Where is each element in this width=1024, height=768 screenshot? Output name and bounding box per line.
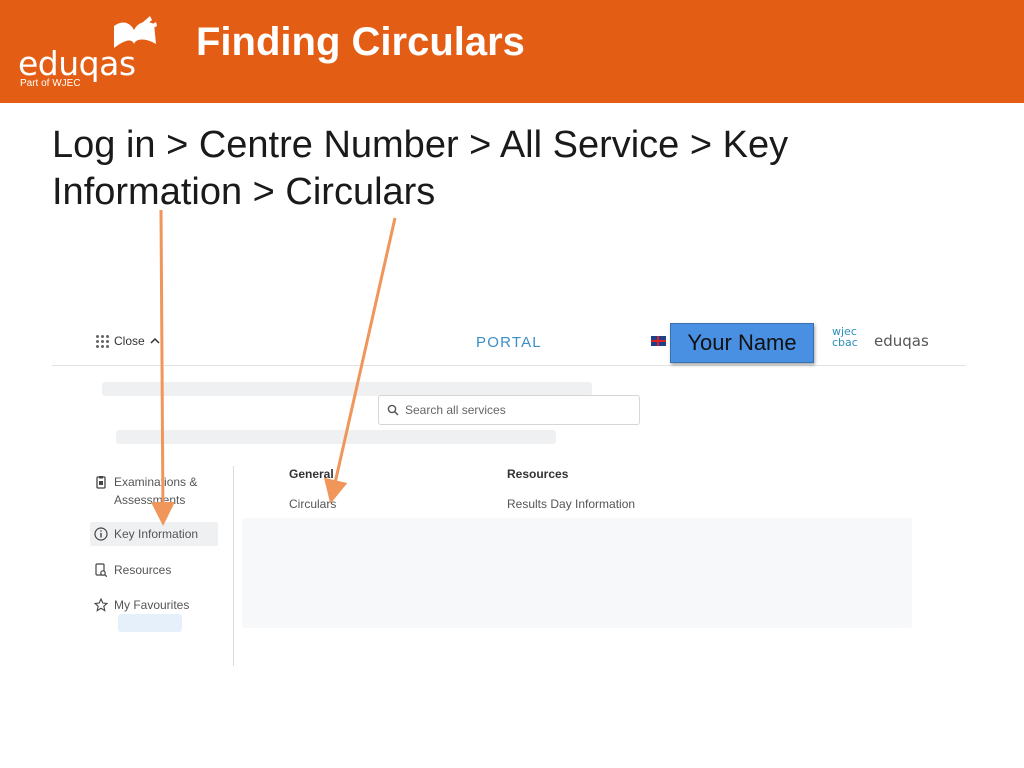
wjec-logo-line2: cbac <box>832 336 858 349</box>
eduqas-logo: eduqas Part of WJEC <box>18 14 168 94</box>
sidebar-item-examinations[interactable]: Examinations & Assessments <box>90 470 218 512</box>
search-icon <box>387 404 399 416</box>
user-name-button[interactable]: Your Name <box>670 323 814 363</box>
chevron-up-icon <box>150 337 160 344</box>
results-day-link[interactable]: Results Day Information <box>507 497 635 511</box>
search-input[interactable] <box>405 403 625 417</box>
sidebar-item-label: Key Information <box>114 527 199 541</box>
star-icon <box>94 598 108 612</box>
blurred-content-block <box>242 518 912 628</box>
close-label: Close <box>114 334 145 348</box>
resources-heading: Resources <box>507 467 569 481</box>
sidebar-item-label: Resources <box>114 563 172 577</box>
blurred-breadcrumb <box>102 382 592 396</box>
search-input-box[interactable] <box>378 395 640 425</box>
wjec-cbac-logo: wjec cbac <box>832 326 862 348</box>
eduqas-small-logo: eduqas <box>874 332 929 350</box>
info-icon <box>94 527 108 541</box>
uk-flag-icon[interactable] <box>651 336 666 346</box>
sidebar-item-key-information[interactable]: Key Information <box>90 522 218 546</box>
sidebar-item-favourites[interactable]: My Favourites <box>90 593 218 617</box>
general-heading: General <box>289 467 334 481</box>
brand-subtitle: Part of WJEC <box>20 78 81 89</box>
header-banner: eduqas Part of WJEC Finding Circulars <box>0 0 1024 103</box>
sidebar-item-label: Examinations & Assessments <box>114 475 198 507</box>
page-title: Finding Circulars <box>196 20 525 64</box>
navigation-path-text: Log in > Centre Number > All Service > K… <box>52 124 789 213</box>
sidebar-item-resources[interactable]: Resources <box>90 558 218 582</box>
portal-topbar: Close PORTAL Your Name wjec cbac eduqas <box>52 318 966 366</box>
close-menu-button[interactable]: Close <box>96 334 160 348</box>
document-search-icon <box>95 563 108 577</box>
portal-screenshot: Close PORTAL Your Name wjec cbac eduqas … <box>52 318 966 670</box>
grid-icon <box>96 334 109 348</box>
circulars-link[interactable]: Circulars <box>289 497 336 511</box>
portal-title: PORTAL <box>476 334 542 351</box>
sidebar-divider <box>233 466 234 666</box>
sidebar-item-label: My Favourites <box>114 598 190 612</box>
clipboard-icon <box>96 476 106 489</box>
blurred-info-bar <box>116 430 556 444</box>
